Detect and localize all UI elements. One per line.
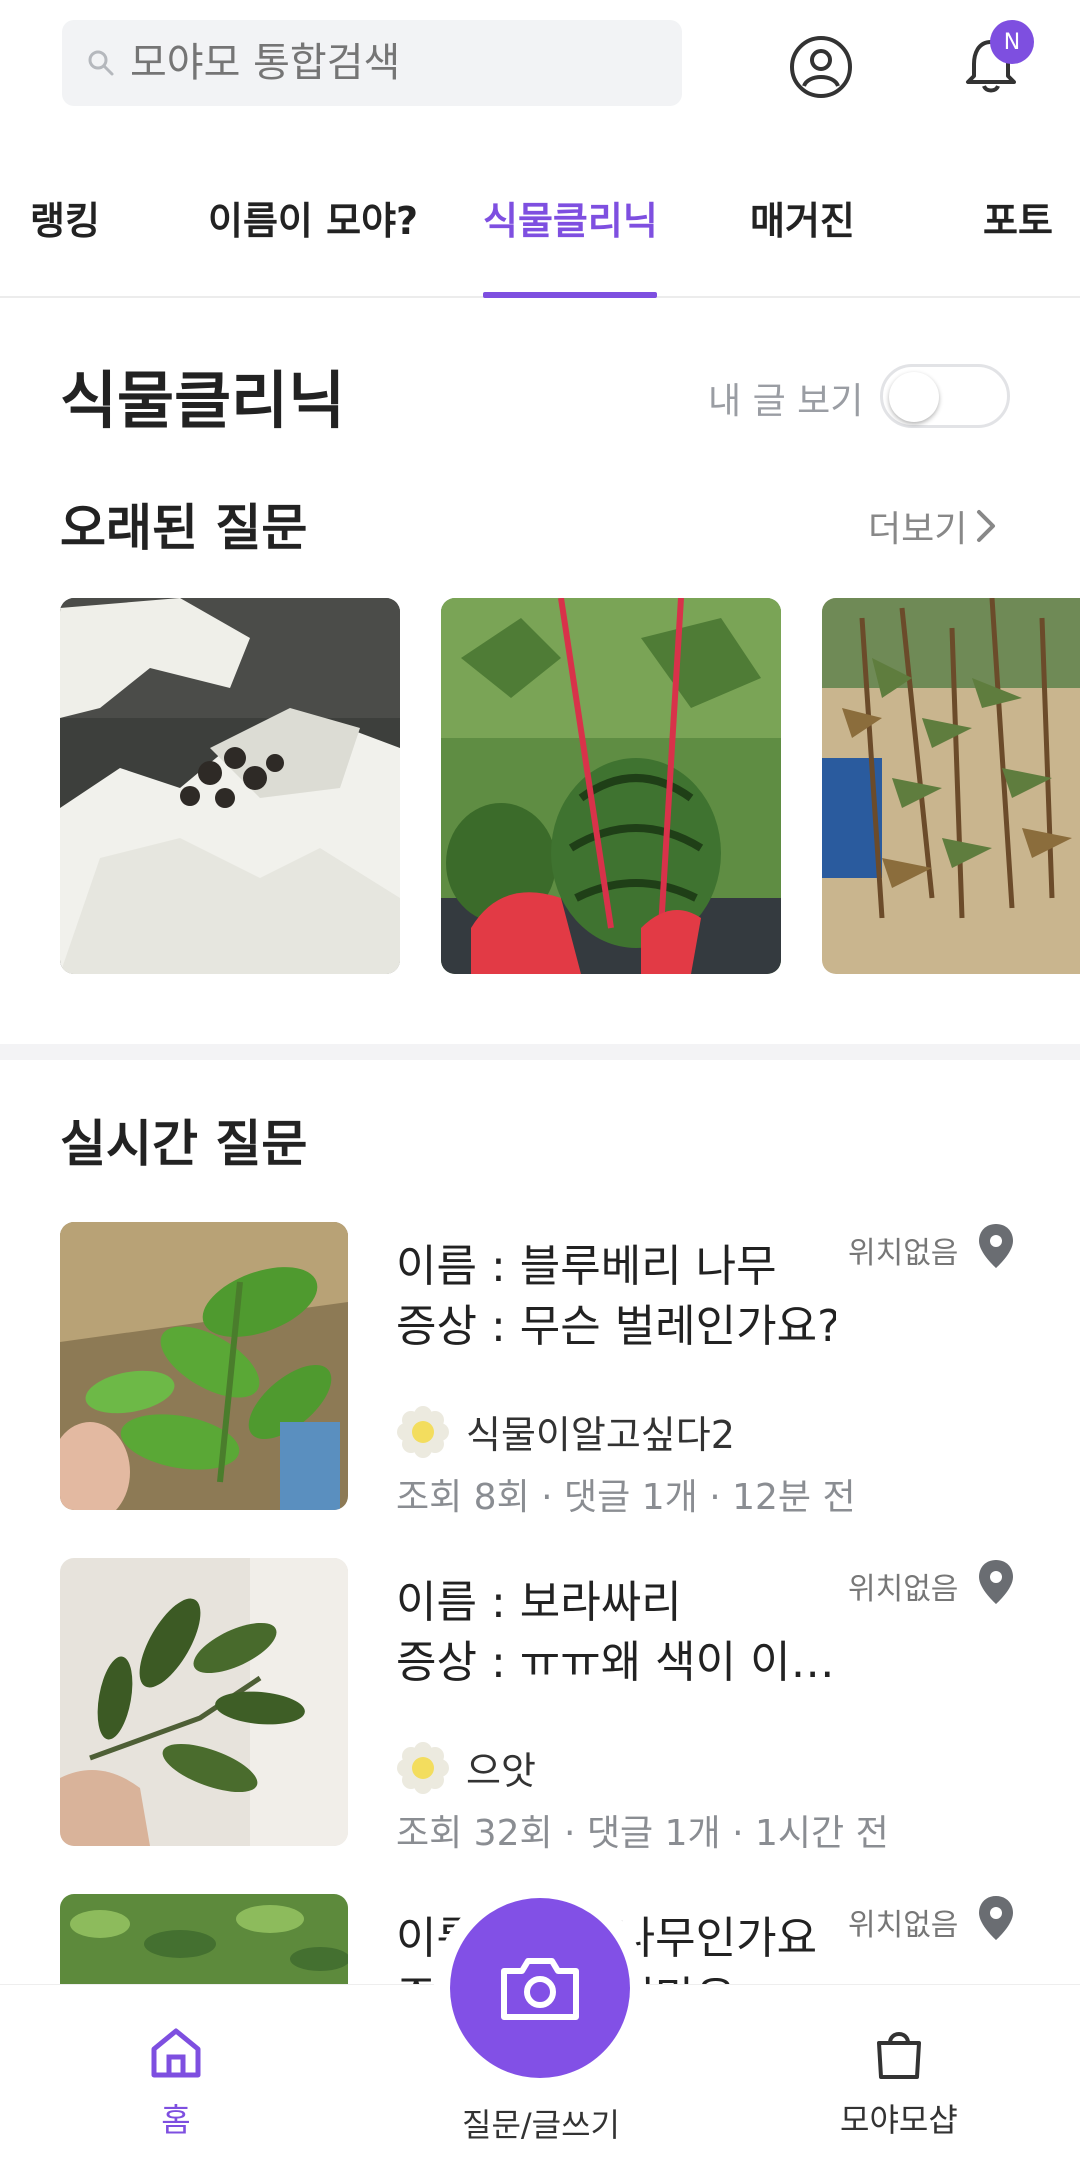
author-name: 식물이알고싶다2 [466, 1413, 735, 1457]
search-icon [88, 50, 114, 76]
flower-icon [397, 1405, 449, 1458]
question-thumbnail [60, 1894, 348, 1984]
top-bar: N [0, 0, 1080, 150]
question-name: 이름 : 보라싸리 [396, 1577, 682, 1628]
location-pin-icon [979, 1560, 1013, 1604]
question-author: 식물이알고싶다2 [396, 1404, 735, 1459]
search-bar[interactable] [62, 20, 682, 106]
tree-photo [822, 598, 1080, 974]
author-name: 으앗 [466, 1749, 536, 1793]
shopping-bag-icon [876, 2032, 921, 2079]
search-input[interactable] [130, 40, 650, 86]
question-author: 으앗 [396, 1740, 536, 1795]
my-posts-label: 내 글 보기 [708, 381, 864, 422]
nav-shop-label: 모야모샵 [840, 2101, 958, 2139]
location-pin-icon [979, 1896, 1013, 1940]
chevron-right-icon [977, 510, 996, 542]
old-question-thumbnail[interactable] [441, 598, 781, 974]
nav-home-label: 홈 [161, 2101, 191, 2139]
watermelon-photo [441, 598, 781, 974]
more-label: 더보기 [868, 509, 968, 550]
toggle-knob [889, 372, 939, 422]
tab-plant-clinic[interactable]: 식물클리닉 [483, 190, 658, 245]
home-icon [151, 2028, 201, 2078]
notification-badge: N [990, 20, 1034, 64]
category-tabs: 랭킹 이름이 모야? 식물클리닉 매거진 포토 [0, 150, 1080, 298]
live-questions-title: 실시간 질문 [60, 1115, 308, 1173]
list-item[interactable]: 이름 : 블루베리 나무 증상 : 무슨 벌레인가요? 위치없음 식물이알고싶다… [0, 1222, 1080, 1522]
nav-shop[interactable]: 모야모샵 [840, 2025, 958, 2141]
question-symptom: 증상 : 무슨 벌레인가요? [396, 1301, 836, 1352]
tab-magazine[interactable]: 매거진 [750, 190, 855, 245]
question-symptom: 증상 : ㅠㅠ왜 색이 이… [396, 1637, 835, 1688]
camera-button[interactable] [450, 1898, 630, 2078]
question-location: 위치없음 [848, 1572, 959, 1607]
tree-leaves-photo [60, 1894, 348, 1984]
section-divider [0, 1044, 1080, 1060]
tab-name-question[interactable]: 이름이 모야? [208, 190, 418, 245]
old-question-thumbnail[interactable] [822, 598, 1080, 974]
list-item[interactable]: 이름 : 보라싸리 증상 : ㅠㅠ왜 색이 이… 위치없음 으앗 조회 32회 … [0, 1558, 1080, 1858]
blueberry-leaves-photo [60, 1222, 348, 1510]
question-location: 위치없음 [848, 1908, 959, 1943]
location-pin-icon [979, 1224, 1013, 1268]
my-posts-toggle[interactable] [880, 364, 1010, 428]
nav-home[interactable]: 홈 [148, 2025, 204, 2141]
tab-ranking[interactable]: 랭킹 [30, 190, 100, 245]
question-meta: 조회 32회 · 댓글 1개 · 1시간 전 [396, 1813, 889, 1854]
flower-icon [397, 1741, 449, 1794]
bush-clover-photo [60, 1558, 348, 1846]
active-tab-indicator [483, 292, 657, 298]
question-meta: 조회 8회 · 댓글 1개 · 12분 전 [396, 1477, 856, 1518]
more-link[interactable]: 더보기 [868, 500, 997, 552]
camera-icon [501, 1958, 579, 2020]
question-thumbnail [60, 1222, 348, 1510]
nav-write-label: 질문/글쓰기 [462, 2106, 620, 2144]
profile-icon[interactable] [788, 34, 854, 100]
tab-photo[interactable]: 포토 [983, 190, 1053, 245]
question-location: 위치없음 [848, 1236, 959, 1271]
page-title: 식물클리닉 [60, 364, 346, 437]
old-question-thumbnail[interactable] [60, 598, 400, 974]
old-questions-title: 오래된 질문 [60, 499, 308, 557]
question-name: 이름 : 블루베리 나무 [396, 1241, 777, 1292]
question-thumbnail [60, 1558, 348, 1846]
mold-photo [60, 598, 400, 974]
